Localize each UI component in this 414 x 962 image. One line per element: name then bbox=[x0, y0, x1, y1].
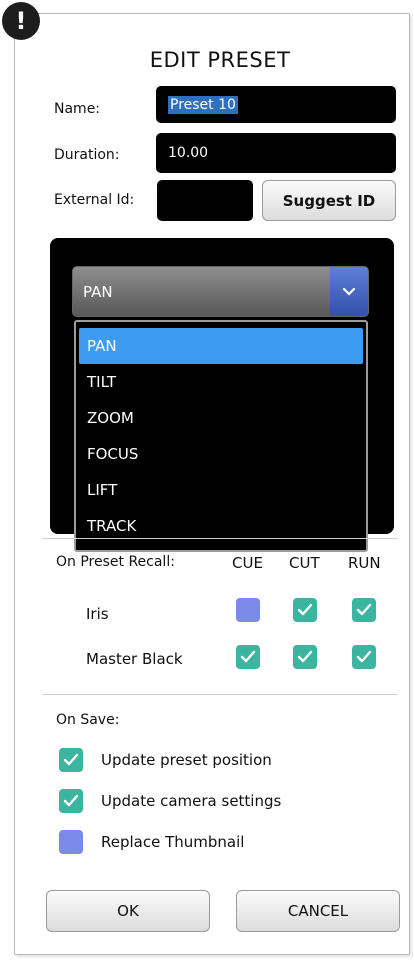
dropdown-option-tilt[interactable]: TILT bbox=[79, 364, 363, 400]
save-label: On Save: bbox=[56, 712, 120, 728]
duration-value: 10.00 bbox=[168, 145, 209, 161]
update-position-checkbox[interactable] bbox=[59, 748, 83, 772]
chevron-down-icon[interactable] bbox=[330, 267, 368, 316]
master-black-run-checkbox[interactable] bbox=[352, 645, 376, 669]
checkmark-icon bbox=[356, 603, 372, 616]
dialog-title: EDIT PRESET bbox=[149, 48, 291, 72]
exclamation-icon: ! bbox=[2, 2, 40, 40]
checkmark-icon bbox=[63, 794, 79, 807]
checkmark-icon bbox=[240, 650, 256, 663]
axis-combobox[interactable]: PAN bbox=[72, 266, 369, 317]
iris-cue-checkbox[interactable] bbox=[236, 598, 260, 622]
axis-combobox-value: PAN bbox=[83, 282, 113, 301]
recall-row-label: Master Black bbox=[86, 650, 183, 668]
cancel-button[interactable]: CANCEL bbox=[236, 890, 400, 932]
duration-field[interactable]: 10.00 bbox=[156, 133, 396, 173]
iris-run-checkbox[interactable] bbox=[352, 598, 376, 622]
checkmark-icon bbox=[297, 603, 313, 616]
section-divider bbox=[42, 538, 398, 539]
name-label: Name: bbox=[54, 101, 101, 117]
col-header-cut: CUT bbox=[289, 554, 320, 572]
dropdown-option-focus[interactable]: FOCUS bbox=[79, 436, 363, 472]
external-id-field[interactable] bbox=[157, 180, 253, 221]
axis-dropdown-list: PAN TILT ZOOM FOCUS LIFT TRACK bbox=[74, 320, 368, 552]
dropdown-option-zoom[interactable]: ZOOM bbox=[79, 400, 363, 436]
dropdown-option-lift[interactable]: LIFT bbox=[79, 472, 363, 508]
recall-row-label: Iris bbox=[86, 605, 109, 623]
master-black-cue-checkbox[interactable] bbox=[236, 645, 260, 669]
suggest-id-button[interactable]: Suggest ID bbox=[262, 180, 396, 221]
update-position-label[interactable]: Update preset position bbox=[101, 751, 272, 769]
update-camera-label[interactable]: Update camera settings bbox=[101, 792, 281, 810]
dropdown-option-pan[interactable]: PAN bbox=[79, 328, 363, 364]
replace-thumbnail-label[interactable]: Replace Thumbnail bbox=[101, 833, 244, 851]
checkmark-icon bbox=[297, 650, 313, 663]
duration-label: Duration: bbox=[54, 147, 120, 163]
col-header-run: RUN bbox=[348, 554, 381, 572]
name-value: Preset 10 bbox=[168, 95, 238, 114]
external-id-label: External Id: bbox=[54, 192, 135, 208]
iris-cut-checkbox[interactable] bbox=[293, 598, 317, 622]
checkmark-icon bbox=[63, 753, 79, 766]
ok-button[interactable]: OK bbox=[46, 890, 210, 932]
checkmark-icon bbox=[356, 650, 372, 663]
master-black-cut-checkbox[interactable] bbox=[293, 645, 317, 669]
update-camera-checkbox[interactable] bbox=[59, 789, 83, 813]
section-divider bbox=[42, 694, 398, 695]
name-field[interactable]: Preset 10 bbox=[156, 86, 396, 123]
col-header-cue: CUE bbox=[232, 554, 263, 572]
replace-thumbnail-checkbox[interactable] bbox=[59, 830, 83, 854]
recall-label: On Preset Recall: bbox=[56, 554, 175, 570]
